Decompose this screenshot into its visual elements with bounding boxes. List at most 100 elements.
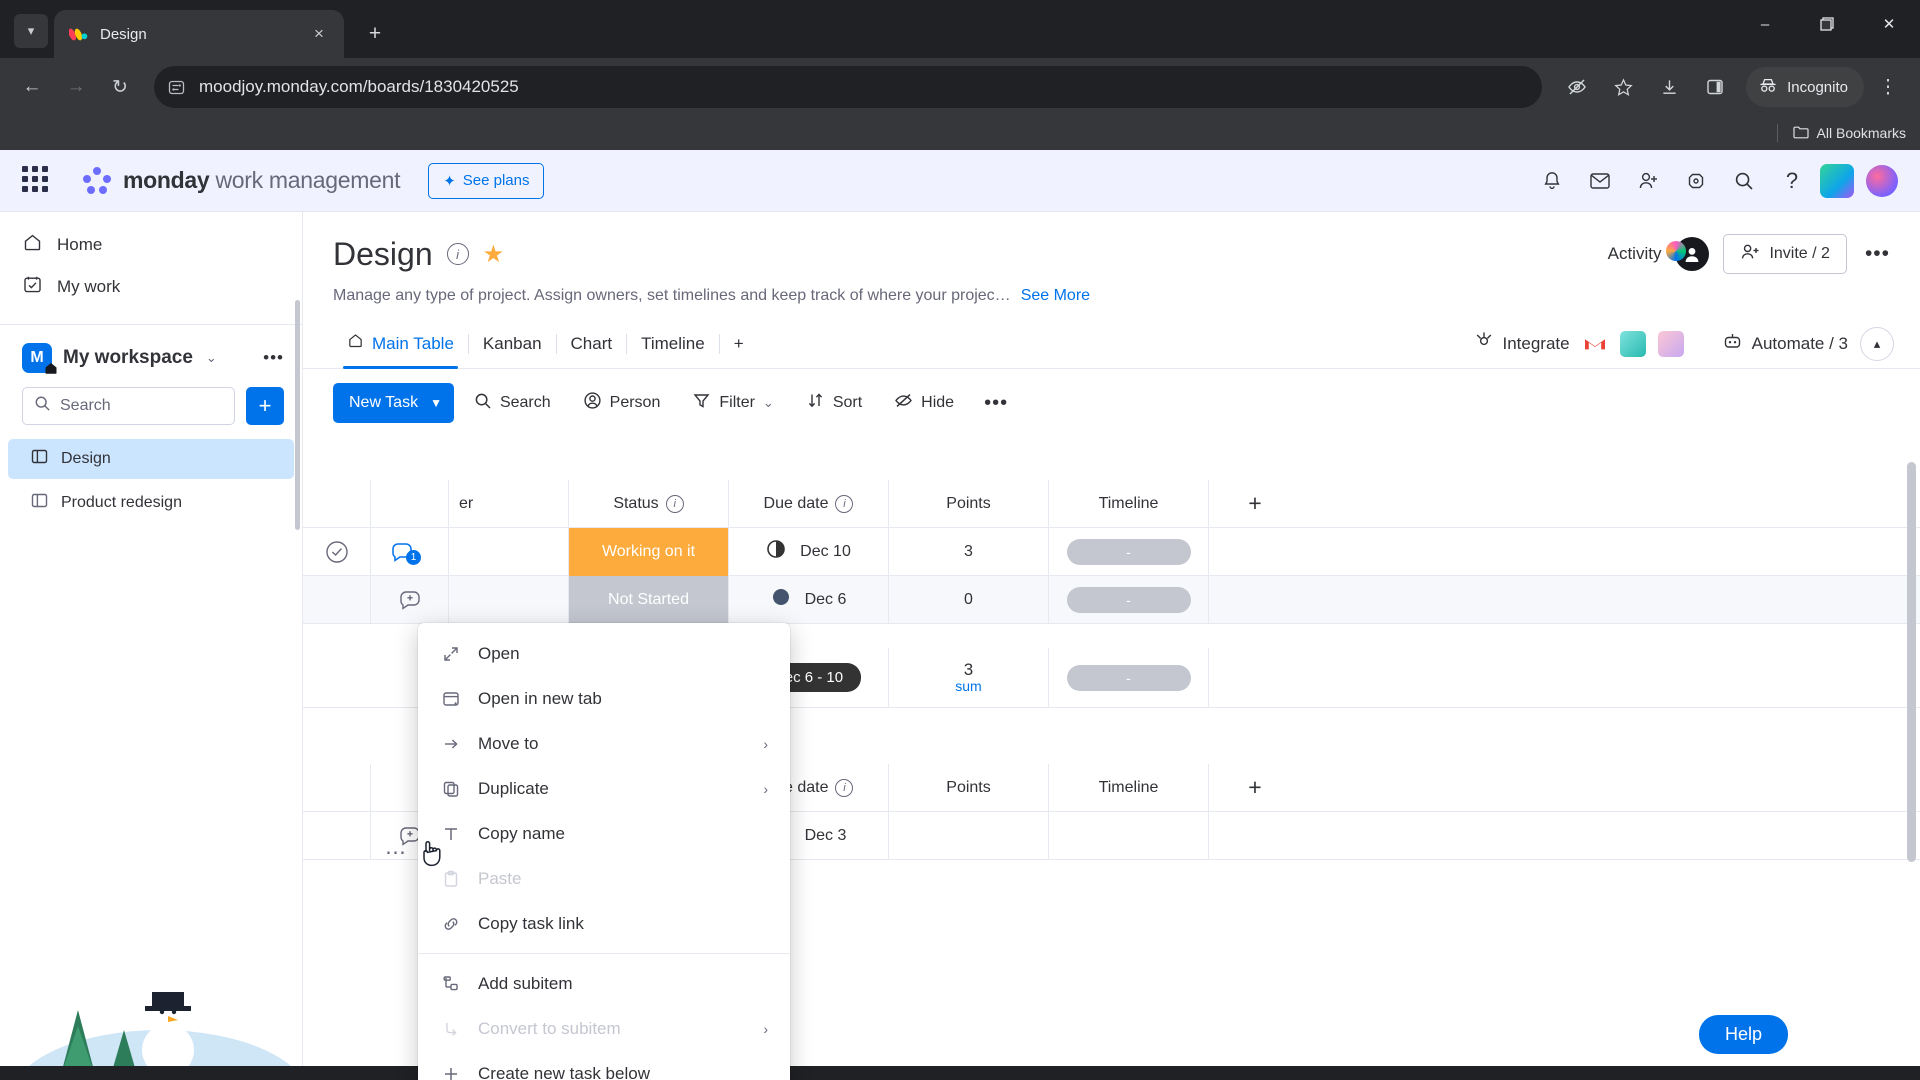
search-input[interactable]: Search bbox=[22, 387, 235, 425]
info-icon[interactable]: i bbox=[835, 778, 854, 797]
toolbar-hide[interactable]: Hide bbox=[882, 383, 966, 423]
row-updates[interactable]: 1 bbox=[371, 527, 449, 576]
page-info-icon[interactable] bbox=[168, 79, 185, 96]
search-icon[interactable] bbox=[1724, 161, 1764, 201]
row-owner[interactable] bbox=[449, 575, 569, 624]
add-view-button[interactable]: + bbox=[720, 319, 758, 369]
row-check[interactable] bbox=[303, 527, 371, 576]
chevron-up-icon[interactable]: ▴ bbox=[1860, 326, 1894, 361]
sidebar-item-home[interactable]: Home bbox=[0, 224, 302, 266]
summary-timeline[interactable]: - bbox=[1049, 647, 1209, 708]
menu-item-add-subitem[interactable]: Add subitem bbox=[418, 961, 790, 1006]
row-timeline[interactable]: - bbox=[1049, 527, 1209, 576]
sidebar-scrollbar[interactable] bbox=[295, 300, 300, 530]
row-updates[interactable] bbox=[371, 575, 449, 624]
row-points[interactable]: 0 bbox=[889, 575, 1049, 624]
workspace-selector[interactable]: M My workspace ⌄ ••• bbox=[0, 325, 302, 383]
apps-icon[interactable] bbox=[1676, 161, 1716, 201]
close-window-icon[interactable]: ✕ bbox=[1858, 0, 1920, 48]
forward-button[interactable]: → bbox=[56, 67, 96, 107]
chevron-down-icon[interactable]: ⌄ bbox=[206, 350, 217, 366]
table-row[interactable]: 1 Working on it Dec 10 3 - bbox=[303, 527, 1920, 576]
tab-main-table[interactable]: Main Table bbox=[333, 319, 468, 369]
avatar[interactable] bbox=[1820, 163, 1854, 198]
incognito-indicator[interactable]: Incognito bbox=[1746, 67, 1864, 107]
sidebar-board-design[interactable]: Design bbox=[8, 439, 294, 479]
menu-item-copy-name[interactable]: Copy name bbox=[418, 811, 790, 856]
back-button[interactable]: ← bbox=[12, 67, 52, 107]
row-due-date[interactable]: Dec 6 bbox=[729, 575, 889, 624]
minimize-icon[interactable]: – bbox=[1734, 0, 1796, 48]
menu-item-copy-task-link[interactable]: Copy task link bbox=[418, 901, 790, 946]
row-points[interactable] bbox=[889, 811, 1049, 860]
integrate-button[interactable]: Integrate bbox=[1474, 331, 1570, 356]
tab-timeline[interactable]: Timeline bbox=[627, 319, 719, 369]
see-more-link[interactable]: See More bbox=[1021, 287, 1090, 305]
row-timeline[interactable]: - bbox=[1049, 575, 1209, 624]
row-points[interactable]: 3 bbox=[889, 527, 1049, 576]
summary-points[interactable]: 3 sum bbox=[889, 647, 1049, 708]
menu-item-duplicate[interactable]: Duplicate › bbox=[418, 766, 790, 811]
add-column-button[interactable]: + bbox=[1209, 764, 1301, 812]
automate-button[interactable]: Automate / 3 bbox=[1722, 332, 1848, 356]
help-button[interactable]: Help bbox=[1698, 1015, 1788, 1054]
workspace-more-icon[interactable]: ••• bbox=[263, 348, 284, 368]
row-due-date[interactable]: Dec 10 bbox=[729, 527, 889, 576]
header-points[interactable]: Points bbox=[889, 479, 1049, 528]
integration-photo-icon[interactable] bbox=[1657, 330, 1684, 357]
menu-item-create-new-task-below[interactable]: Create new task below bbox=[418, 1051, 790, 1080]
invite-members-icon[interactable] bbox=[1628, 161, 1668, 201]
header-timeline[interactable]: Timeline bbox=[1049, 763, 1209, 812]
browser-tab[interactable]: Design × bbox=[54, 10, 344, 58]
eye-off-icon[interactable] bbox=[1556, 66, 1598, 108]
board-scrollbar[interactable] bbox=[1907, 462, 1916, 862]
row-owner[interactable] bbox=[449, 527, 569, 576]
notifications-icon[interactable] bbox=[1532, 161, 1572, 201]
favorite-star-icon[interactable]: ★ bbox=[483, 240, 505, 269]
bookmark-star-icon[interactable] bbox=[1602, 66, 1644, 108]
gmail-icon[interactable] bbox=[1581, 330, 1608, 357]
side-panel-icon[interactable] bbox=[1694, 66, 1736, 108]
header-points[interactable]: Points bbox=[889, 763, 1049, 812]
header-status[interactable]: Status i bbox=[569, 479, 729, 528]
address-bar[interactable]: moodjoy.monday.com/boards/1830420525 bbox=[154, 66, 1543, 108]
tab-search-button[interactable]: ▾ bbox=[14, 14, 48, 48]
apps-grid-icon[interactable] bbox=[22, 165, 52, 196]
sidebar-board-product-redesign[interactable]: Product redesign bbox=[8, 483, 294, 523]
new-tab-button[interactable]: + bbox=[358, 17, 392, 51]
browser-menu-icon[interactable]: ⋮ bbox=[1868, 65, 1908, 109]
row-menu-icon[interactable]: ⋯ bbox=[385, 840, 407, 865]
download-icon[interactable] bbox=[1648, 66, 1690, 108]
chevron-down-icon[interactable]: ▼ bbox=[430, 396, 454, 410]
invite-button[interactable]: Invite / 2 bbox=[1723, 234, 1847, 274]
row-check[interactable] bbox=[303, 575, 371, 624]
activity-label[interactable]: Activity bbox=[1608, 244, 1662, 264]
profile-avatar[interactable] bbox=[1866, 164, 1898, 197]
row-status[interactable]: Working on it bbox=[569, 527, 729, 576]
reload-button[interactable]: ↻ bbox=[100, 67, 140, 107]
menu-item-open[interactable]: Open bbox=[418, 631, 790, 676]
toolbar-sort[interactable]: Sort bbox=[794, 383, 874, 423]
row-timeline[interactable] bbox=[1049, 811, 1209, 860]
help-icon[interactable]: ? bbox=[1772, 161, 1812, 201]
inbox-icon[interactable] bbox=[1580, 161, 1620, 201]
header-due-date[interactable]: Due date i bbox=[729, 479, 889, 528]
tab-kanban[interactable]: Kanban bbox=[469, 319, 556, 369]
monday-logo[interactable]: monday work management bbox=[82, 166, 400, 195]
activity-avatar[interactable] bbox=[1666, 237, 1710, 271]
see-plans-button[interactable]: ✦ See plans bbox=[428, 162, 545, 199]
menu-item-open-in-new-tab[interactable]: Open in new tab bbox=[418, 676, 790, 721]
toolbar-more-icon[interactable]: ••• bbox=[974, 392, 1018, 415]
row-status[interactable]: Not Started bbox=[569, 575, 729, 624]
menu-item-move-to[interactable]: Move to › bbox=[418, 721, 790, 766]
header-timeline[interactable]: Timeline bbox=[1049, 479, 1209, 528]
add-column-button[interactable]: + bbox=[1209, 480, 1301, 528]
row-check[interactable] bbox=[303, 811, 371, 860]
table-row[interactable]: Not Started Dec 6 0 - bbox=[303, 575, 1920, 624]
new-task-button[interactable]: New Task ▼ bbox=[333, 383, 454, 423]
chevron-down-icon[interactable]: ⌄ bbox=[763, 395, 774, 411]
sidebar-item-my-work[interactable]: My work bbox=[0, 266, 302, 308]
toolbar-person[interactable]: Person bbox=[571, 383, 673, 423]
board-more-icon[interactable]: ••• bbox=[1861, 242, 1894, 266]
header-owner[interactable]: er bbox=[449, 479, 569, 528]
